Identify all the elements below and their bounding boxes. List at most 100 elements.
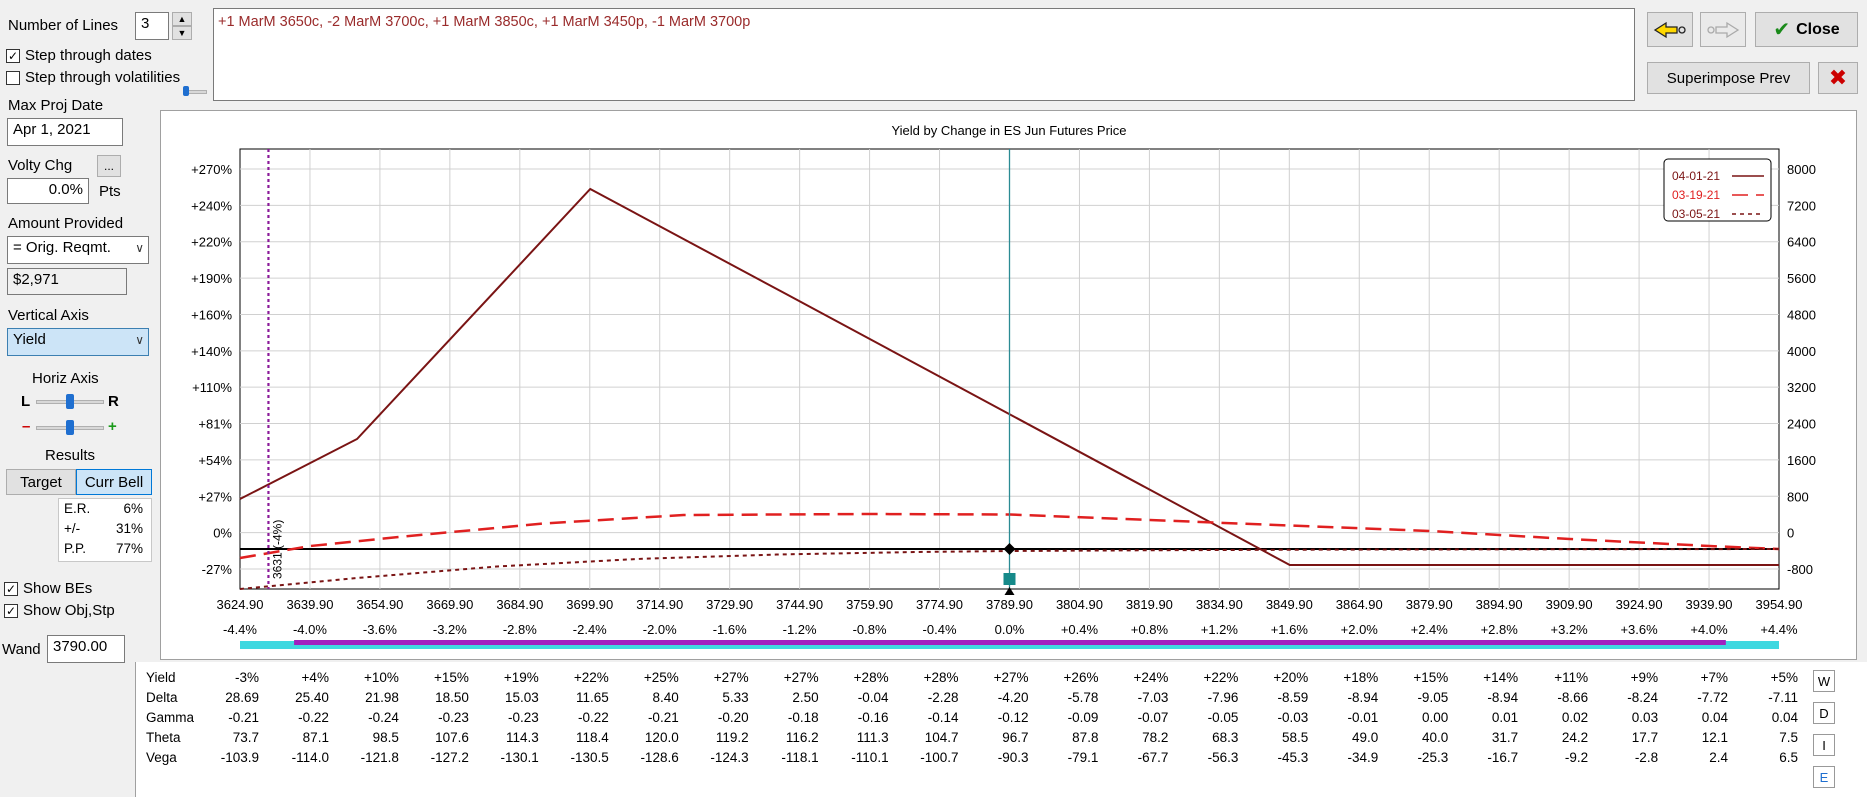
table-cell: +10% xyxy=(364,670,399,685)
table-cell: -100.7 xyxy=(920,750,959,765)
forward-button[interactable] xyxy=(1700,12,1746,47)
y-left-tick-label: +54% xyxy=(198,453,232,468)
table-cell: 5.33 xyxy=(722,690,749,705)
table-cell: -0.21 xyxy=(647,710,679,725)
x-pct-tick-label: +0.4% xyxy=(1061,622,1099,637)
y-left-tick-label: +190% xyxy=(191,271,232,286)
x-tick-label: 3744.90 xyxy=(776,597,823,612)
table-cell: 7.5 xyxy=(1779,730,1798,745)
x-tick-label: 3819.90 xyxy=(1126,597,1173,612)
num-lines-down-button[interactable]: ▼ xyxy=(172,26,192,40)
wand-label: Wand xyxy=(2,641,41,658)
max-proj-date-input[interactable]: Apr 1, 2021 xyxy=(7,118,123,146)
x-tick-label: 3909.90 xyxy=(1546,597,1593,612)
x-pct-tick-label: -4.0% xyxy=(293,622,327,637)
w-icon[interactable]: W xyxy=(1813,670,1835,692)
amount-provided-readout: $2,971 xyxy=(7,268,127,295)
chart-panel[interactable]: Yield by Change in ES Jun Futures Price 3… xyxy=(160,110,1857,660)
horiz-axis-label: Horiz Axis xyxy=(32,370,99,387)
chevron-down-icon: ∨ xyxy=(135,333,144,347)
table-cell: 21.98 xyxy=(365,690,399,705)
current-price-marker[interactable] xyxy=(1003,573,1016,585)
x-tick-label: 3864.90 xyxy=(1336,597,1383,612)
x-tick-label: 3924.90 xyxy=(1616,597,1663,612)
table-cell: -0.07 xyxy=(1137,710,1169,725)
table-cell: +15% xyxy=(433,670,469,685)
table-cell: 24.2 xyxy=(1561,730,1589,745)
x-pct-tick-label: 0.0% xyxy=(995,622,1025,637)
y-right-tick-label: 4800 xyxy=(1787,307,1816,322)
table-cell: -9.05 xyxy=(1417,690,1449,705)
volty-chg-label: Volty Chg xyxy=(8,157,73,174)
superimpose-prev-button[interactable]: Superimpose Prev xyxy=(1647,62,1810,94)
x-tick-label: 3639.90 xyxy=(286,597,333,612)
table-cell: -45.3 xyxy=(1277,750,1309,765)
table-cell: 107.6 xyxy=(435,730,469,745)
x-pct-tick-label: +1.2% xyxy=(1201,622,1239,637)
row-label-theta: Theta xyxy=(146,730,181,745)
x-pct-tick-label: +1.6% xyxy=(1271,622,1309,637)
table-cell: 40.0 xyxy=(1421,730,1449,745)
y-left-tick-label: +140% xyxy=(191,344,232,359)
horiz-axis-zoom-thumb[interactable] xyxy=(66,394,74,409)
x-pct-tick-label: -2.8% xyxy=(503,622,537,637)
num-lines-up-button[interactable]: ▲ xyxy=(172,12,192,26)
step-vols-checkbox[interactable]: Step through volatilities xyxy=(6,69,180,86)
x-pct-tick-label: +3.6% xyxy=(1620,622,1658,637)
table-cell: -8.59 xyxy=(1277,690,1309,705)
amount-provided-select[interactable]: = Orig. Reqmt. ∨ xyxy=(7,236,149,264)
show-bes-checkbox[interactable]: ✓ Show BEs xyxy=(4,580,92,597)
close-label: Close xyxy=(1796,20,1840,38)
table-cell: 17.7 xyxy=(1631,730,1659,745)
table-cell: 6.5 xyxy=(1779,750,1798,765)
volty-options-button[interactable]: ... xyxy=(97,155,121,177)
horiz-axis-shift-thumb[interactable] xyxy=(66,420,74,435)
x-pct-tick-label: -2.4% xyxy=(573,622,607,637)
yield-chart[interactable]: Yield by Change in ES Jun Futures Price 3… xyxy=(161,111,1858,661)
x-tick-label: 3849.90 xyxy=(1266,597,1313,612)
table-cell: +11% xyxy=(1554,670,1589,685)
table-cell: 87.8 xyxy=(1072,730,1099,745)
x-tick-label: 3774.90 xyxy=(916,597,963,612)
i-icon[interactable]: I xyxy=(1813,734,1835,756)
vertical-axis-select[interactable]: Yield ∨ xyxy=(7,328,149,356)
d-icon[interactable]: D xyxy=(1813,702,1835,724)
show-obj-stp-checkbox[interactable]: ✓ Show Obj,Stp xyxy=(4,602,115,619)
empty-checkbox-icon xyxy=(6,70,20,85)
export-icon[interactable]: E xyxy=(1813,766,1835,788)
table-cell: -0.12 xyxy=(997,710,1029,725)
chart-title: Yield by Change in ES Jun Futures Price xyxy=(891,123,1126,138)
step-dates-checkbox[interactable]: ✓ Step through dates xyxy=(6,47,152,64)
table-cell: -3% xyxy=(234,670,259,685)
close-x-button[interactable]: ✖ xyxy=(1818,62,1858,94)
table-cell: +27% xyxy=(713,670,749,685)
y-right-tick-label: 800 xyxy=(1787,489,1809,504)
table-cell: -0.14 xyxy=(927,710,959,725)
close-button[interactable]: ✔ Close xyxy=(1755,12,1858,47)
table-cell: -0.05 xyxy=(1207,710,1239,725)
num-lines-input[interactable]: 3 xyxy=(135,12,169,40)
table-cell: 12.1 xyxy=(1701,730,1729,745)
table-cell: 0.00 xyxy=(1421,710,1449,725)
wand-input[interactable]: 3790.00 xyxy=(47,635,125,663)
vertical-axis-value: Yield xyxy=(13,331,46,348)
back-button[interactable] xyxy=(1647,12,1693,47)
volty-unit-label: Pts xyxy=(99,183,121,200)
target-button[interactable]: Target xyxy=(6,469,76,495)
checkmark-icon: ✓ xyxy=(4,603,18,618)
volty-chg-input[interactable]: 0.0% xyxy=(7,178,89,204)
checkmark-icon: ✓ xyxy=(4,581,18,596)
table-cell: -16.7 xyxy=(1487,750,1519,765)
volatility-step-thumb[interactable] xyxy=(183,86,189,96)
y-right-tick-label: 5600 xyxy=(1787,271,1816,286)
x-tick-label: 3954.90 xyxy=(1756,597,1803,612)
position-description-text[interactable]: +1 MarM 3650c, -2 MarM 3700c, +1 MarM 38… xyxy=(213,8,1635,101)
curr-bell-button[interactable]: Curr Bell xyxy=(76,469,152,495)
range-bar-purple xyxy=(294,640,1726,645)
table-cell: -67.7 xyxy=(1137,750,1169,765)
table-cell: 2.4 xyxy=(1709,750,1729,765)
right-arrow-icon xyxy=(1707,21,1740,38)
table-cell: +22% xyxy=(1203,670,1239,685)
x-pct-tick-label: -2.0% xyxy=(643,622,677,637)
y-right-tick-label: 3200 xyxy=(1787,380,1816,395)
